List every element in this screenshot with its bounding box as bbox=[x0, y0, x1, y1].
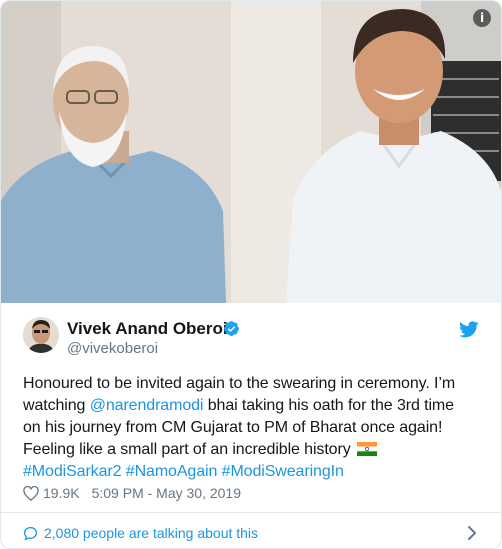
photo-illustration bbox=[1, 1, 501, 303]
hashtag-link[interactable]: #ModiSarkar2 bbox=[23, 463, 122, 480]
tweet-text-fragment: bhai taking his oath for the 3rd time bbox=[203, 397, 454, 414]
tweet-photo[interactable]: i bbox=[1, 1, 501, 303]
tweet-line: watching @narendramodi bhai taking his o… bbox=[23, 395, 485, 417]
verified-badge-icon bbox=[224, 321, 239, 336]
info-icon[interactable]: i bbox=[473, 9, 491, 27]
comment-bubble-icon bbox=[23, 526, 38, 541]
chevron-right-icon[interactable] bbox=[467, 525, 477, 541]
avatar-image bbox=[23, 317, 59, 353]
tweet-text: Honoured to be invited again to the swea… bbox=[23, 373, 485, 483]
hashtag-link[interactable]: #ModiSwearingIn bbox=[222, 463, 344, 480]
avatar[interactable] bbox=[23, 317, 59, 353]
tweet-line: on his journey from CM Gujarat to PM of … bbox=[23, 419, 443, 436]
author-handle[interactable]: @vivekoberoi bbox=[67, 340, 158, 357]
tweet-card[interactable]: i Vivek Anand Oberoi @vivekoberoi Honour… bbox=[0, 0, 502, 549]
conversation-link[interactable]: 2,080 people are talking about this bbox=[23, 525, 258, 541]
author-name[interactable]: Vivek Anand Oberoi bbox=[67, 319, 228, 339]
conversation-label[interactable]: 2,080 people are talking about this bbox=[44, 525, 258, 541]
tweet-line: #ModiSarkar2 #NamoAgain #ModiSwearingIn bbox=[23, 461, 485, 483]
tweet-meta: 19.9K 5:09 PM - May 30, 2019 bbox=[23, 485, 241, 501]
heart-icon[interactable] bbox=[23, 485, 39, 501]
tweet-line: Honoured to be invited again to the swea… bbox=[23, 375, 456, 392]
tweet-text-fragment: Feeling like a small part of an incredib… bbox=[23, 441, 351, 458]
india-flag-icon bbox=[356, 442, 377, 456]
like-count[interactable]: 19.9K bbox=[43, 485, 80, 501]
twitter-bird-icon[interactable] bbox=[459, 321, 479, 338]
tweet-text-fragment: watching bbox=[23, 397, 90, 414]
divider bbox=[1, 512, 501, 513]
mention-link[interactable]: @narendramodi bbox=[90, 397, 204, 414]
tweet-timestamp[interactable]: 5:09 PM - May 30, 2019 bbox=[92, 485, 241, 501]
hashtag-link[interactable]: #NamoAgain bbox=[126, 463, 218, 480]
tweet-line: Feeling like a small part of an incredib… bbox=[23, 439, 485, 461]
